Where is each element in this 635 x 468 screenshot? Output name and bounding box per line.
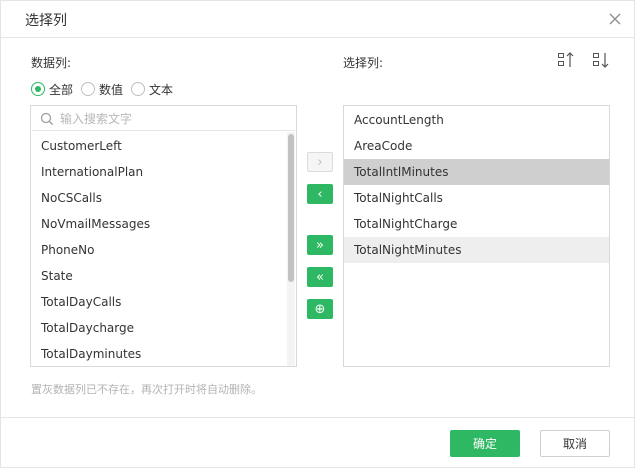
footer-divider xyxy=(1,417,635,418)
search-input[interactable] xyxy=(60,109,290,129)
list-item[interactable]: InternationalPlan xyxy=(31,159,288,185)
data-columns-label: 数据列: xyxy=(31,56,72,70)
list-item[interactable]: NoCSCalls xyxy=(31,185,288,211)
radio-circle xyxy=(81,82,96,96)
chevron-right-icon: › xyxy=(317,154,323,170)
list-item[interactable]: NoVmailMessages xyxy=(31,211,288,237)
select-columns-dialog: 选择列 数据列: 全部 数值 文本 CustomerLeft xyxy=(0,0,635,468)
search-box xyxy=(32,107,295,131)
move-all-right-button[interactable]: » xyxy=(307,235,333,255)
scrollbar-thumb[interactable] xyxy=(288,134,294,282)
move-left-button[interactable]: ‹ xyxy=(307,184,333,204)
scrollbar[interactable] xyxy=(287,132,295,366)
move-all-left-button[interactable]: « xyxy=(307,267,333,287)
add-button[interactable]: ⊕ xyxy=(307,299,333,319)
hint-text: 置灰数据列已不存在，再次打开时将自动删除。 xyxy=(31,383,262,396)
sort-desc-icon[interactable] xyxy=(591,50,611,70)
list-item-selected[interactable]: TotalIntlMinutes xyxy=(344,159,609,185)
plus-circle-icon: ⊕ xyxy=(314,301,326,317)
selected-columns-label: 选择列: xyxy=(343,56,384,70)
move-right-button[interactable]: › xyxy=(307,152,333,172)
sort-asc-icon[interactable] xyxy=(556,50,576,70)
filter-numeric-radio[interactable]: 数值 xyxy=(81,81,123,98)
cancel-button[interactable]: 取消 xyxy=(540,430,610,457)
filter-text-radio[interactable]: 文本 xyxy=(131,81,173,98)
list-item[interactable]: TotalDayCalls xyxy=(31,289,288,315)
dialog-header: 选择列 xyxy=(1,1,635,38)
search-icon xyxy=(40,112,53,125)
column-type-filter: 全部 数值 文本 xyxy=(31,80,181,98)
chevron-left-icon: ‹ xyxy=(317,186,323,202)
list-item[interactable]: CustomerLeft xyxy=(31,133,288,159)
data-columns-list: CustomerLeft InternationalPlan NoCSCalls… xyxy=(31,133,288,366)
list-item[interactable]: AreaCode xyxy=(344,133,609,159)
selected-columns-panel: AccountLength AreaCode TotalIntlMinutes … xyxy=(343,105,610,367)
list-item[interactable]: AccountLength xyxy=(344,107,609,133)
list-item[interactable]: State xyxy=(31,263,288,289)
close-icon[interactable] xyxy=(606,10,624,28)
data-columns-panel: CustomerLeft InternationalPlan NoCSCalls… xyxy=(30,105,297,367)
list-item[interactable]: TotalDayminutes xyxy=(31,341,288,366)
list-item[interactable]: TotalDaycharge xyxy=(31,315,288,341)
ok-button[interactable]: 确定 xyxy=(450,430,520,457)
list-item[interactable]: TotalNightCalls xyxy=(344,185,609,211)
filter-numeric-label: 数值 xyxy=(99,82,124,97)
selected-columns-list: AccountLength AreaCode TotalIntlMinutes … xyxy=(344,107,609,263)
dialog-title: 选择列 xyxy=(25,13,67,29)
list-item[interactable]: TotalNightCharge xyxy=(344,211,609,237)
radio-circle xyxy=(31,82,45,96)
double-chevron-left-icon: « xyxy=(316,269,324,285)
filter-all-radio[interactable]: 全部 xyxy=(31,81,73,98)
double-chevron-right-icon: » xyxy=(316,237,324,253)
filter-all-label: 全部 xyxy=(49,82,74,97)
radio-circle xyxy=(131,82,146,96)
list-item-hovered[interactable]: TotalNightMinutes xyxy=(344,237,609,263)
list-item[interactable]: PhoneNo xyxy=(31,237,288,263)
filter-text-label: 文本 xyxy=(149,82,174,97)
